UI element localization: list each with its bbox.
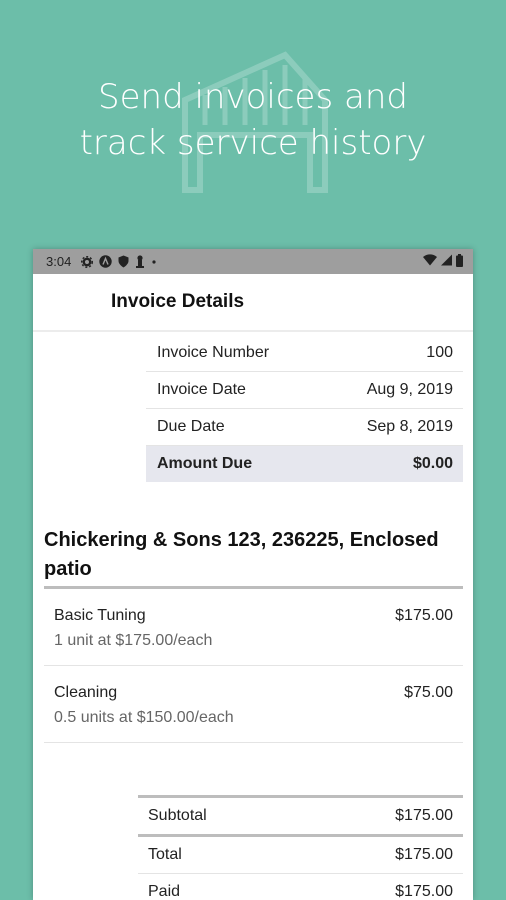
item-amount: $175.00 [395, 607, 453, 624]
row-label: Paid [148, 883, 181, 900]
item-amount: $75.00 [404, 684, 453, 701]
row-label: Due Date [157, 418, 225, 435]
row-value: $175.00 [395, 846, 453, 863]
row-value: Sep 8, 2019 [366, 418, 453, 435]
promo-line-1: Send invoices and [98, 77, 408, 117]
item-name: Cleaning [54, 684, 118, 701]
line-items-list: Basic Tuning 1 unit at $175.00/each $175… [44, 589, 463, 743]
row-label: Subtotal [148, 807, 207, 824]
subtotal-row: Subtotal $175.00 [138, 795, 463, 837]
row-label: Amount Due [157, 455, 253, 472]
item-detail: 1 unit at $175.00/each [54, 632, 213, 649]
paid-row: Paid $175.00 [138, 874, 463, 900]
promo-headline: Send invoices and track service history [0, 74, 506, 166]
amount-due-row: Amount Due $0.00 [146, 446, 463, 482]
row-value: $175.00 [395, 883, 453, 900]
page-title: Invoice Details [111, 291, 245, 312]
row-value: $0.00 [412, 455, 453, 472]
row-label: Invoice Date [157, 381, 246, 398]
app-bar: Invoice Details [33, 274, 473, 332]
row-label: Invoice Number [157, 344, 270, 361]
row-value: Aug 9, 2019 [366, 381, 453, 398]
equipment-title: Chickering & Sons 123, 236225, Enclosed … [44, 526, 463, 589]
settings-icon [81, 255, 94, 268]
dot-icon [151, 255, 157, 268]
shield-icon [118, 255, 129, 268]
item-detail: 0.5 units at $150.00/each [54, 709, 234, 726]
a-circle-icon [99, 255, 113, 268]
row-value: $175.00 [395, 807, 453, 824]
list-item[interactable]: Basic Tuning 1 unit at $175.00/each $175… [44, 589, 463, 666]
row-value: 100 [426, 344, 453, 361]
cell-signal-icon [441, 254, 452, 269]
row-label: Total [148, 846, 182, 863]
piano-icon [135, 255, 145, 268]
wifi-icon [423, 254, 437, 269]
item-name: Basic Tuning [54, 607, 146, 624]
list-item[interactable]: Cleaning 0.5 units at $150.00/each $75.0… [44, 666, 463, 743]
status-bar: 3:04 [33, 249, 473, 274]
status-time: 3:04 [46, 254, 72, 269]
invoice-summary: Invoice Number 100 Invoice Date Aug 9, 2… [146, 335, 463, 482]
totals-table: Subtotal $175.00 Total $175.00 Paid $175… [138, 795, 463, 900]
total-row: Total $175.00 [138, 837, 463, 874]
invoice-date-row: Invoice Date Aug 9, 2019 [146, 372, 463, 409]
invoice-number-row: Invoice Number 100 [146, 335, 463, 372]
battery-icon [456, 253, 463, 270]
due-date-row: Due Date Sep 8, 2019 [146, 409, 463, 446]
promo-line-2: track service history [79, 123, 427, 163]
phone-screen: 3:04 Invoice Details Invoice Number 100 … [33, 249, 473, 900]
